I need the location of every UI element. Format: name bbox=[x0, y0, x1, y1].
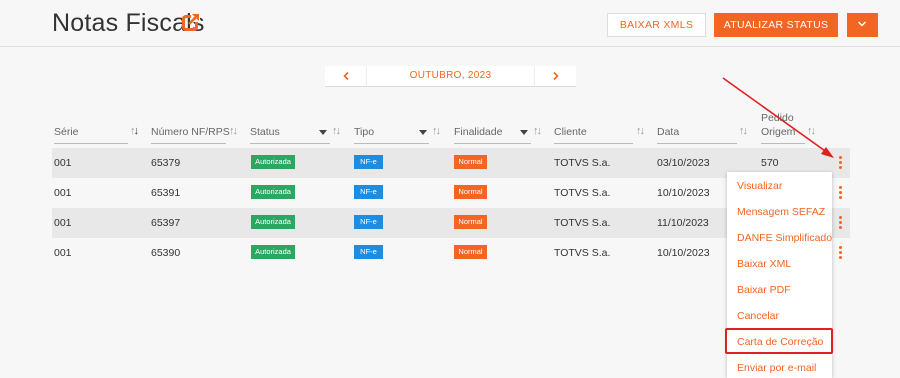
annotation-arrow bbox=[722, 77, 834, 158]
